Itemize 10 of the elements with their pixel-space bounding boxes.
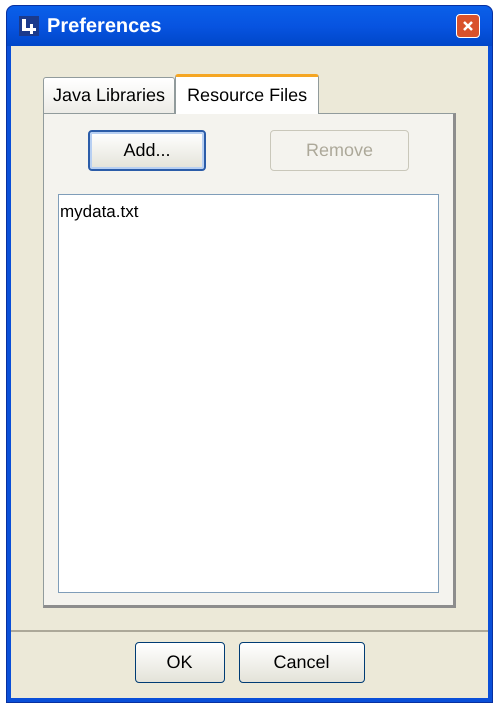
list-item[interactable]: mydata.txt xyxy=(59,201,438,223)
window-title: Preferences xyxy=(47,14,162,39)
app-icon xyxy=(19,16,39,36)
close-button[interactable] xyxy=(456,14,480,38)
add-button[interactable]: Add... xyxy=(88,130,206,171)
tab[interactable]: Java Libraries xyxy=(43,77,176,113)
tab[interactable]: Resource Files xyxy=(175,74,320,114)
cancel-button[interactable]: Cancel xyxy=(238,642,364,682)
close-icon xyxy=(462,20,474,32)
ok-button[interactable]: OK xyxy=(134,642,224,682)
